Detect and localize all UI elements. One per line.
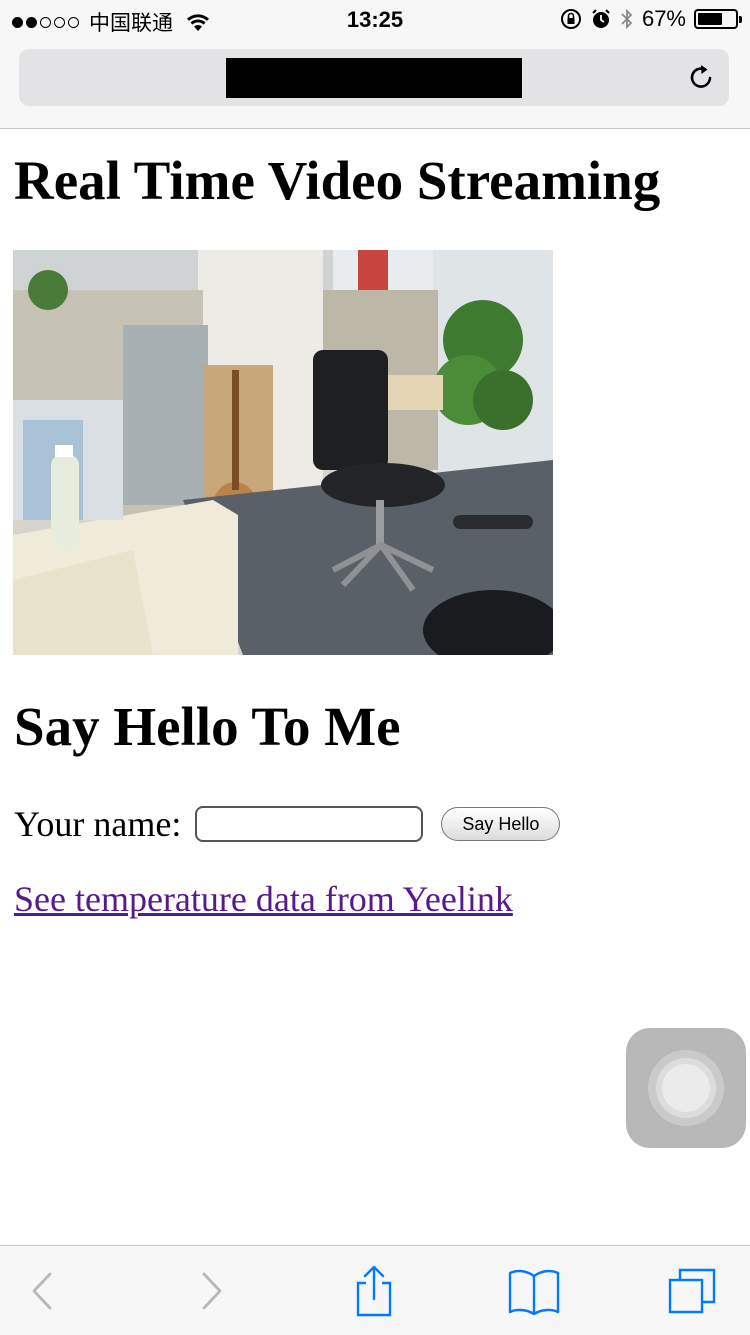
say-hello-heading: Say Hello To Me xyxy=(14,696,401,757)
battery-percent: 67% xyxy=(641,6,686,31)
url-field[interactable] xyxy=(19,49,729,106)
browser-toolbar xyxy=(0,1245,750,1335)
back-button[interactable] xyxy=(13,1266,73,1316)
hello-form: Your name: Say Hello xyxy=(14,803,561,845)
bookmarks-button[interactable] xyxy=(504,1266,564,1316)
address-bar-area xyxy=(0,40,750,129)
say-hello-button[interactable]: Say Hello xyxy=(441,807,561,841)
reload-icon[interactable] xyxy=(685,61,717,93)
forward-button[interactable] xyxy=(181,1266,241,1316)
bookmarks-icon xyxy=(508,1269,560,1316)
temperature-data-link[interactable]: See temperature data from Yeelink xyxy=(14,878,513,920)
office-scene xyxy=(13,250,553,655)
battery-icon xyxy=(694,9,742,29)
name-label: Your name: xyxy=(14,804,182,844)
tabs-button[interactable] xyxy=(662,1266,722,1316)
back-icon xyxy=(32,1272,52,1310)
bluetooth-icon xyxy=(621,8,633,30)
forward-icon xyxy=(202,1272,222,1310)
assistive-touch-button[interactable] xyxy=(626,1028,746,1148)
page-title: Real Time Video Streaming xyxy=(14,150,661,211)
video-stream-image xyxy=(13,250,553,655)
status-bar: 中国联通 13:25 67% xyxy=(0,0,750,40)
share-icon xyxy=(356,1265,392,1317)
alarm-icon xyxy=(592,9,610,28)
url-redacted xyxy=(226,58,522,98)
name-input[interactable] xyxy=(195,806,424,842)
tabs-icon xyxy=(668,1268,716,1314)
share-button[interactable] xyxy=(344,1265,404,1317)
page-content: Real Time Video Streaming Say Hello To M… xyxy=(13,128,736,919)
status-right: 67% xyxy=(560,6,742,32)
rotation-lock-icon xyxy=(560,9,581,29)
